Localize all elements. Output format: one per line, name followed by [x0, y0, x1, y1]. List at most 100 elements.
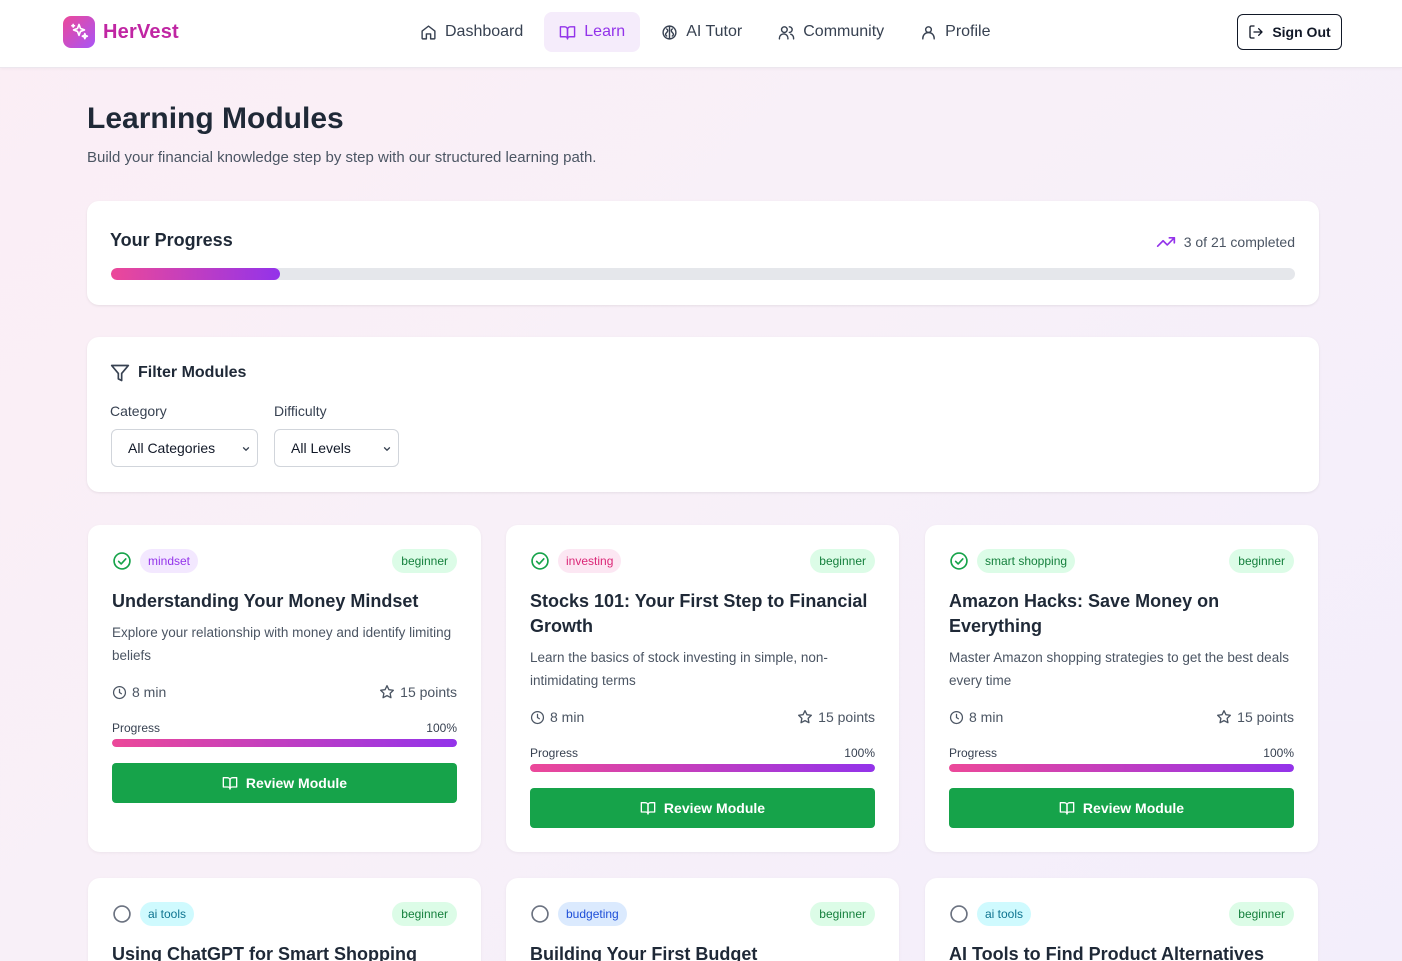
category-label: Category — [110, 403, 167, 419]
overall-progress-bar — [111, 268, 1295, 280]
module-points: 15 points — [1237, 709, 1294, 725]
module-progress-bar — [949, 764, 1294, 772]
progress-panel: Your Progress 3 of 21 completed — [87, 201, 1319, 305]
category-tag: ai tools — [977, 902, 1032, 926]
sign-out-button[interactable]: Sign Out — [1237, 14, 1342, 50]
progress-count-text: 3 of 21 completed — [1183, 234, 1295, 250]
difficulty-badge: beginner — [810, 902, 875, 926]
module-duration: 8 min — [969, 709, 1004, 725]
module-description: Explore your relationship with money and… — [112, 625, 452, 663]
review-module-label: Review Module — [663, 800, 766, 816]
module-title: Stocks 101: Your First Step to Financial… — [530, 591, 868, 636]
progress-label: Progress — [112, 721, 161, 735]
user-icon — [922, 25, 936, 40]
module-duration: 8 min — [550, 709, 585, 725]
page-subtitle: Build your financial knowledge step by s… — [87, 149, 597, 166]
module-title: Understanding Your Money Mindset — [112, 591, 419, 611]
chevron-down-icon — [242, 447, 250, 451]
module-card: ai tools beginner Using ChatGPT for Smar… — [88, 878, 481, 961]
filter-icon — [110, 364, 130, 382]
category-tag: mindset — [140, 549, 199, 573]
progress-percent: 100% — [1263, 746, 1294, 760]
progress-count: 3 of 21 completed — [1156, 232, 1295, 252]
chevron-down-icon — [383, 447, 391, 451]
difficulty-badge: beginner — [810, 549, 875, 573]
difficulty-select-value: All Levels — [291, 440, 351, 456]
star-icon — [798, 710, 813, 724]
module-progress-fill — [112, 739, 457, 747]
brand-name: HerVest — [103, 20, 179, 43]
difficulty-select[interactable]: All Levels — [274, 429, 399, 467]
sparkles-icon — [63, 16, 95, 48]
module-card: smart shopping beginner Amazon Hacks: Sa… — [925, 525, 1318, 852]
module-description: Master Amazon shopping strategies to get… — [949, 650, 1289, 688]
book-open-icon — [640, 802, 656, 815]
module-title: AI Tools to Find Product Alternatives — [949, 944, 1265, 961]
filter-panel: Filter Modules Category All Categories D… — [87, 337, 1319, 492]
module-description: Learn the basics of stock investing in s… — [530, 650, 828, 688]
difficulty-badge: beginner — [392, 902, 457, 926]
module-card: budgeting beginner Building Your First B… — [506, 878, 899, 961]
nav-profile[interactable]: Profile — [905, 12, 1005, 52]
category-select-value: All Categories — [128, 440, 216, 456]
module-title: Amazon Hacks: Save Money on Everything — [949, 591, 1220, 636]
category-tag: smart shopping — [977, 549, 1076, 573]
home-icon — [421, 24, 436, 40]
category-tag: investing — [558, 549, 622, 573]
clock-icon — [112, 685, 127, 699]
nav-label: AI Tutor — [686, 23, 743, 40]
log-out-icon — [1249, 25, 1263, 39]
category-tag: ai tools — [140, 902, 195, 926]
nav-ai-tutor[interactable]: AI Tutor — [646, 12, 757, 52]
progress-label: Progress — [949, 746, 998, 760]
circle-icon — [531, 905, 549, 923]
module-title: Using ChatGPT for Smart Shopping — [112, 944, 417, 961]
module-card: investing beginner Stocks 101: Your Firs… — [506, 525, 899, 852]
book-open-icon — [559, 25, 576, 40]
check-circle-icon — [950, 552, 968, 570]
nav-label: Dashboard — [445, 23, 524, 40]
difficulty-badge: beginner — [392, 549, 457, 573]
book-open-icon — [222, 777, 238, 790]
nav-learn[interactable]: Learn — [544, 12, 641, 52]
brand[interactable]: HerVest — [63, 16, 179, 48]
module-progress-fill — [530, 764, 875, 772]
nav-label: Community — [803, 23, 885, 40]
progress-percent: 100% — [844, 746, 875, 760]
page-title: Learning Modules — [87, 102, 344, 135]
circle-icon — [113, 905, 131, 923]
module-title: Building Your First Budget — [530, 944, 758, 961]
top-navigation-bar: HerVest Dashboard Learn AI Tutor Communi… — [0, 0, 1402, 68]
sign-out-label: Sign Out — [1272, 24, 1331, 40]
module-points: 15 points — [818, 709, 875, 725]
nav-dashboard[interactable]: Dashboard — [405, 12, 538, 52]
review-module-button[interactable]: Review Module — [949, 788, 1294, 828]
trending-up-icon — [1156, 237, 1175, 247]
review-module-button[interactable]: Review Module — [112, 763, 457, 803]
nav-label: Profile — [945, 23, 991, 40]
nav-community[interactable]: Community — [763, 12, 899, 52]
category-tag: budgeting — [558, 902, 627, 926]
module-card: mindset beginner Understanding Your Mone… — [88, 525, 481, 852]
filter-title-text: Filter Modules — [138, 364, 247, 381]
star-icon — [380, 685, 395, 699]
module-progress-fill — [949, 764, 1294, 772]
review-module-label: Review Module — [1082, 800, 1185, 816]
users-icon — [778, 25, 795, 40]
module-card: ai tools beginner AI Tools to Find Produ… — [925, 878, 1318, 961]
module-progress-bar — [112, 739, 457, 747]
progress-title: Your Progress — [110, 230, 233, 250]
review-module-label: Review Module — [245, 775, 348, 791]
main-nav: Dashboard Learn AI Tutor Community Profi… — [405, 12, 1006, 52]
difficulty-badge: beginner — [1229, 549, 1294, 573]
clock-icon — [530, 710, 545, 724]
brain-icon — [662, 24, 677, 40]
progress-label: Progress — [530, 746, 579, 760]
module-progress-bar — [530, 764, 875, 772]
category-select[interactable]: All Categories — [111, 429, 258, 467]
review-module-button[interactable]: Review Module — [530, 788, 875, 828]
clock-icon — [949, 710, 964, 724]
star-icon — [1217, 710, 1232, 724]
overall-progress-fill — [111, 268, 281, 280]
difficulty-label: Difficulty — [274, 403, 327, 419]
